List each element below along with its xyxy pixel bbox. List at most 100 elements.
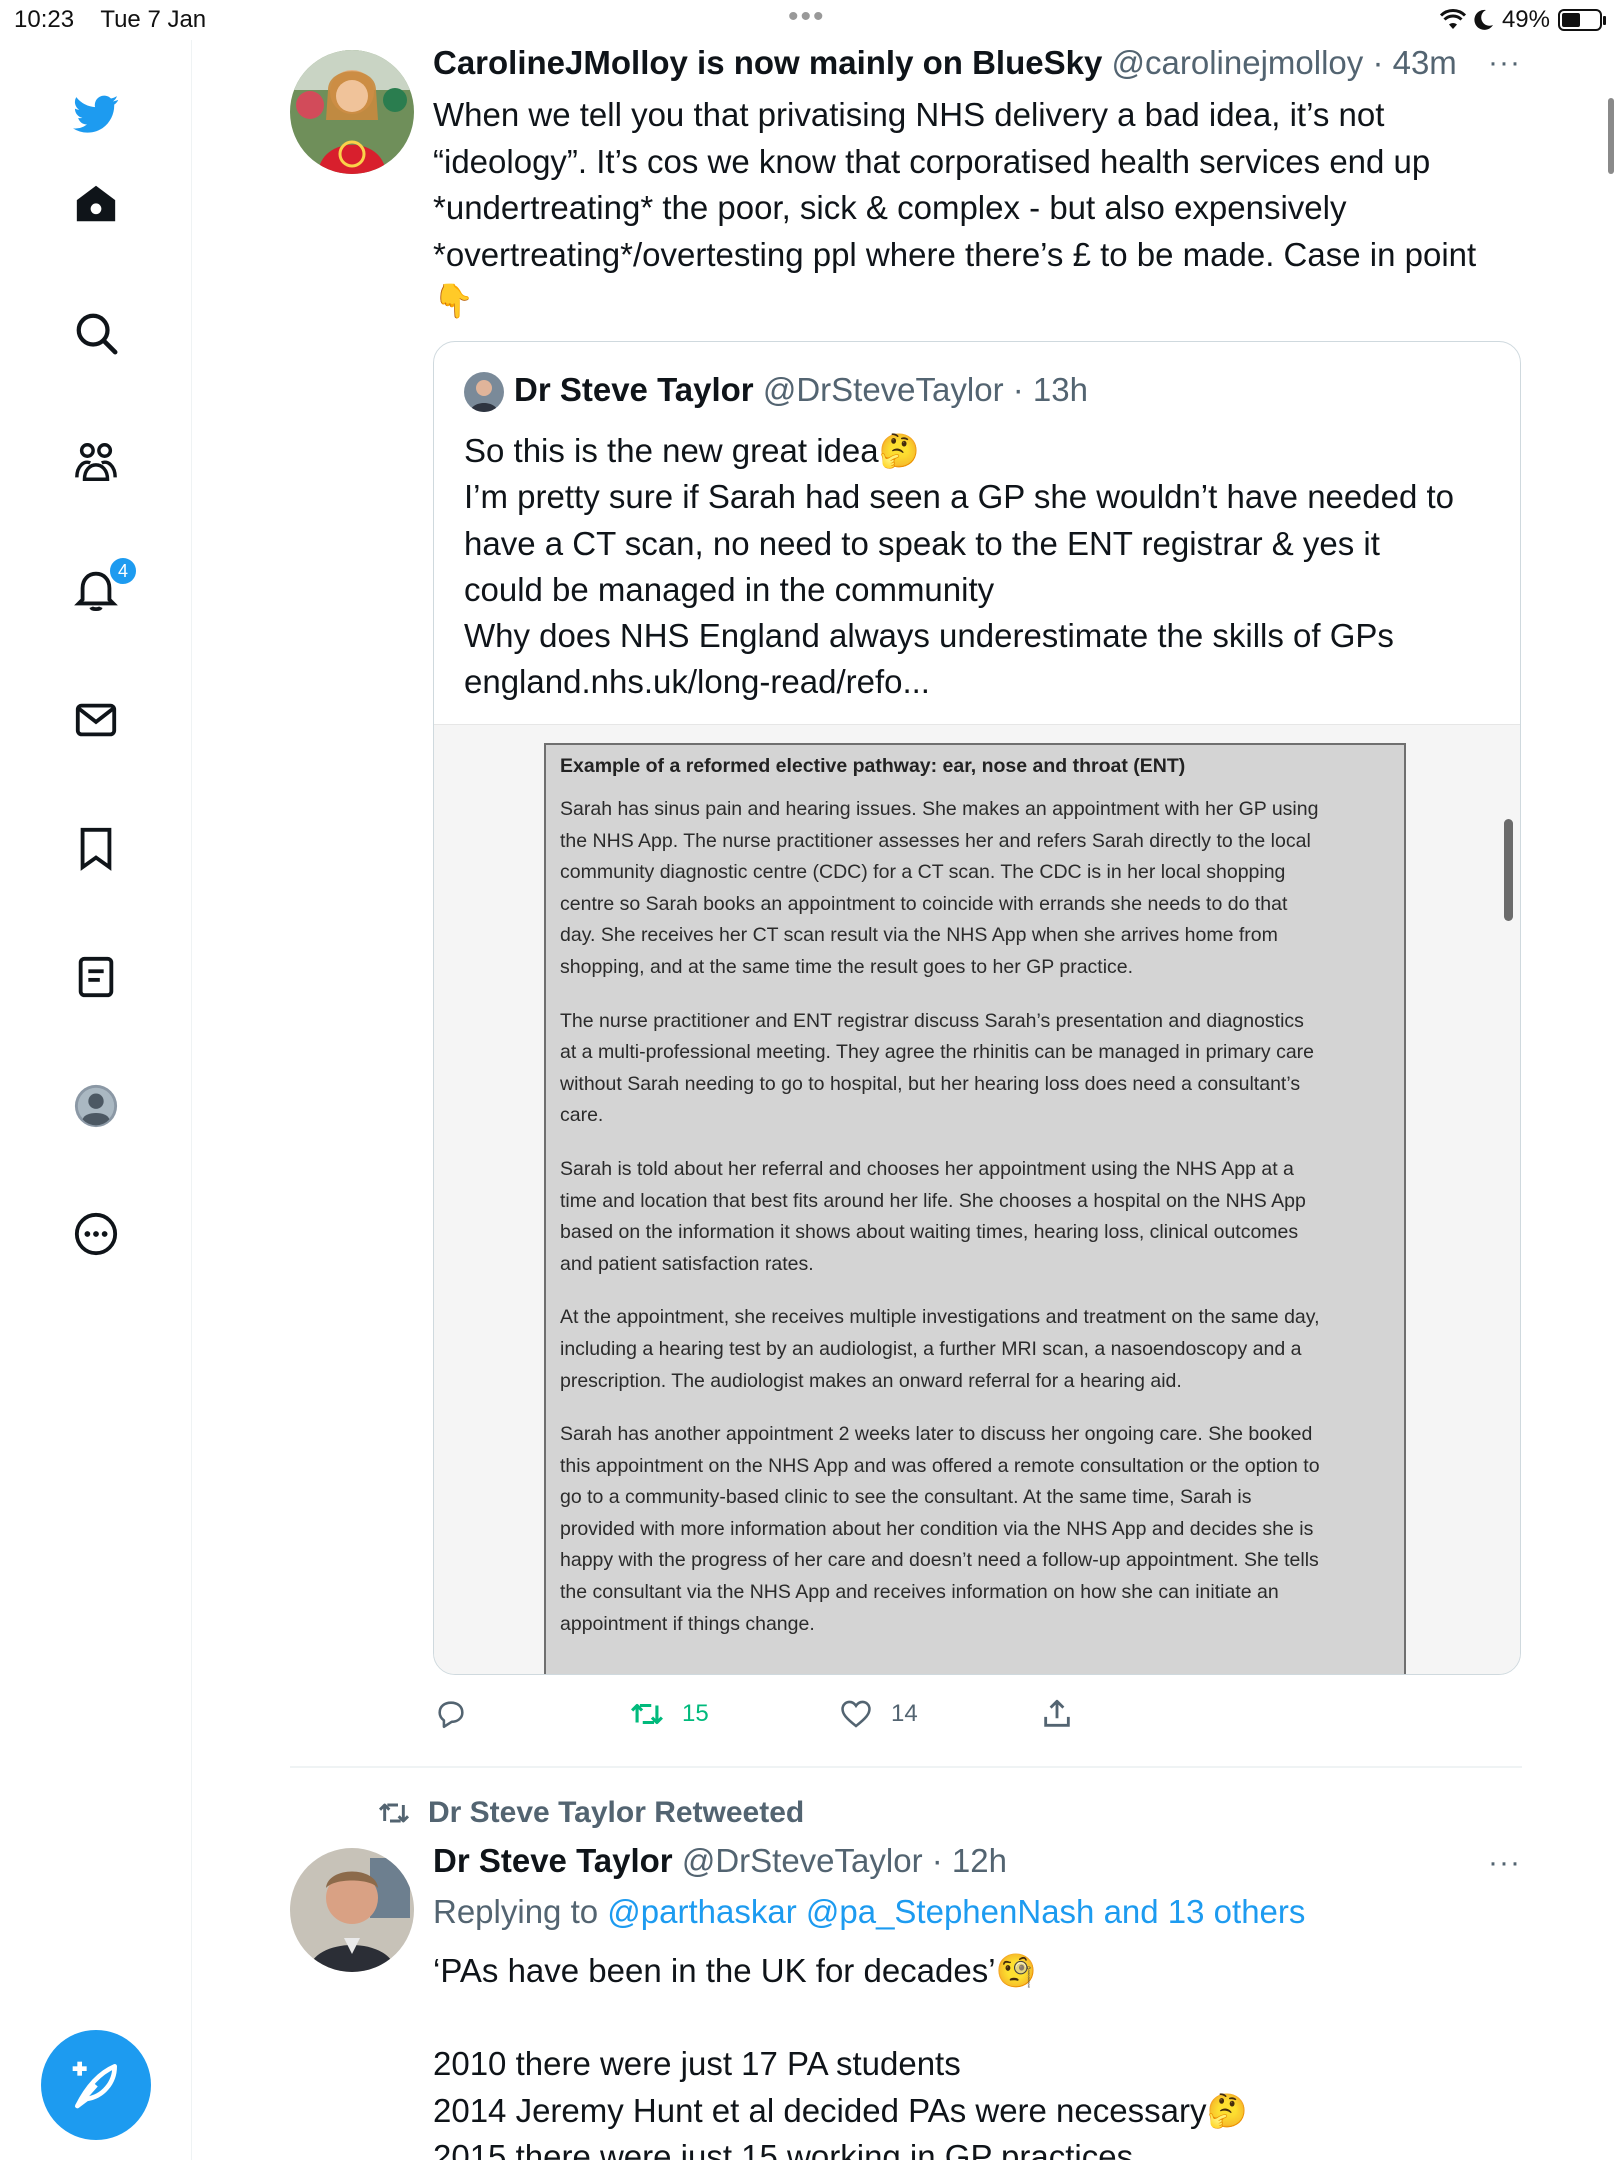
quote-avatar[interactable]	[464, 372, 504, 412]
tweet-time[interactable]: · 43m	[1372, 44, 1456, 81]
twitter-bird-icon[interactable]	[70, 88, 122, 140]
tweet-text-line: 2010 there were just 17 PA students	[433, 2045, 961, 2082]
tweet-text-line: 2014 Jeremy Hunt et al decided PAs were …	[433, 2091, 1248, 2129]
reply-button[interactable]	[434, 1697, 468, 1731]
quote-text: So this is the new great idea🤔 I’m prett…	[464, 428, 1504, 706]
wifi-icon	[1439, 9, 1466, 29]
document-paragraph: At the appointment, she receives multipl…	[560, 1302, 1390, 1397]
more-icon[interactable]	[70, 1208, 122, 1260]
profile-icon[interactable]	[70, 1080, 122, 1132]
document-line: provided with more information about her…	[560, 1517, 1314, 1540]
share-icon	[1044, 1699, 1070, 1727]
reply-icon	[438, 1701, 464, 1729]
compose-feather-icon	[72, 2061, 117, 2109]
quote-link[interactable]: england.nhs.uk/long-read/refo...	[464, 659, 1504, 705]
multitasking-dots-icon[interactable]: •••	[788, 0, 826, 34]
document-line: the NHS App. The nurse practitioner asse…	[560, 829, 1311, 852]
like-button[interactable]: 14	[839, 1697, 918, 1731]
status-time-date: 10:23 Tue 7 Jan	[14, 6, 206, 34]
quote-text-line: Why does NHS England always underestimat…	[464, 617, 1394, 655]
more-options-icon[interactable]: ···	[1488, 1846, 1521, 1880]
tweet-text-line: When we tell you that privatising NHS de…	[433, 96, 1385, 133]
document-line: including a hearing test by an audiologi…	[560, 1337, 1302, 1360]
quote-tweet-card[interactable]: Dr Steve Taylor @DrSteveTaylor · 13h So …	[433, 341, 1521, 1675]
search-icon[interactable]	[70, 307, 122, 359]
quote-author-name[interactable]: Dr Steve Taylor	[514, 371, 754, 408]
avatar[interactable]	[290, 50, 414, 174]
retweet-icon	[378, 1803, 410, 1823]
status-indicators: 49%	[1439, 6, 1606, 34]
author-name[interactable]: CarolineJMolloy is now mainly on BlueSky	[433, 44, 1102, 81]
document-paragraph: Sarah is told about her referral and cho…	[560, 1154, 1390, 1280]
author-name[interactable]: Dr Steve Taylor	[433, 1842, 673, 1879]
communities-icon[interactable]	[70, 436, 122, 488]
sidebar: 4	[0, 40, 192, 2160]
document-line: based on the information it shows about …	[560, 1221, 1299, 1244]
tweet-text-line: 2015 there were just 15 working in GP pr…	[433, 2138, 1134, 2160]
compose-button[interactable]	[41, 2030, 151, 2140]
document-line: At the appointment, she receives multipl…	[560, 1306, 1320, 1329]
battery-level	[1562, 13, 1580, 27]
status-time: 10:23	[14, 6, 75, 33]
quote-text-line: could be managed in the community	[464, 570, 995, 608]
retweet-button[interactable]: 15	[630, 1697, 709, 1731]
home-icon[interactable]	[70, 178, 122, 230]
quote-media-image[interactable]: Example of a reformed elective pathway: …	[434, 724, 1520, 1674]
document-line: Sarah has sinus pain and hearing issues.…	[560, 798, 1319, 820]
quote-header: Dr Steve Taylor @DrSteveTaylor · 13h	[514, 371, 1088, 409]
quote-text-line: have a CT scan, no need to speak to the …	[464, 524, 1380, 562]
document-line: community diagnostic centre (CDC) for a …	[560, 861, 1286, 884]
document-line: The nurse practitioner and ENT registrar…	[560, 1009, 1304, 1032]
bookmark-icon[interactable]	[70, 822, 122, 874]
moon-icon	[1474, 9, 1493, 30]
document-line: this appointment on the NHS App and was …	[560, 1454, 1320, 1477]
document-line: shopping, and at the same time the resul…	[560, 955, 1134, 978]
media-scrollbar[interactable]	[1504, 819, 1513, 921]
battery-icon	[1558, 9, 1606, 31]
retweet-count: 15	[682, 1700, 709, 1727]
replying-to: Replying to @parthaskar @pa_StephenNash …	[433, 1893, 1305, 1931]
tweet-divider	[290, 1766, 1522, 1768]
pointing-down-emoji: 👇	[433, 282, 475, 319]
document-line: happy with the progress of her care and …	[560, 1549, 1319, 1572]
heart-icon	[841, 1700, 871, 1728]
document-title: Example of a reformed elective pathway: …	[560, 755, 1186, 777]
document-line: care.	[560, 1104, 604, 1127]
quote-time[interactable]: · 13h	[1013, 371, 1088, 408]
author-handle[interactable]: @carolinejmolloy	[1112, 44, 1364, 81]
quote-author-handle[interactable]: @DrSteveTaylor	[763, 371, 1004, 408]
document-line: centre so Sarah books an appointment to …	[560, 892, 1288, 915]
document-line: day. She receives her CT scan result via…	[560, 924, 1278, 947]
avatar[interactable]	[290, 1848, 414, 1972]
share-button[interactable]	[1040, 1697, 1074, 1731]
document-line: Sarah is told about her referral and cho…	[560, 1157, 1294, 1180]
status-bar: 10:23 Tue 7 Jan ••• 49%	[0, 0, 1620, 40]
battery-percent: 49%	[1501, 6, 1550, 33]
tweet-header: CarolineJMolloy is now mainly on BlueSky…	[433, 44, 1457, 82]
retweeted-by-label[interactable]: Dr Steve Taylor Retweeted	[428, 1796, 804, 1830]
quote-text-line: I’m pretty sure if Sarah had seen a GP s…	[464, 478, 1454, 516]
document-line: go to a community-based clinic to see th…	[560, 1486, 1252, 1509]
document-excerpt: Example of a reformed elective pathway: …	[544, 743, 1406, 1674]
like-count: 14	[891, 1700, 918, 1727]
mail-icon[interactable]	[70, 694, 122, 746]
more-options-icon[interactable]: ···	[1488, 46, 1521, 80]
retweet-icon	[631, 1703, 663, 1725]
status-date: Tue 7 Jan	[100, 6, 207, 33]
document-body: Sarah has sinus pain and hearing issues.…	[560, 794, 1390, 1640]
notification-badge: 4	[108, 556, 138, 586]
replying-to-users[interactable]: @parthaskar @pa_StephenNash and 13 other…	[607, 1893, 1305, 1930]
author-handle[interactable]: @DrSteveTaylor	[682, 1842, 923, 1879]
tweet-text-blank-line	[433, 1995, 1523, 2042]
tweet-text: When we tell you that privatising NHS de…	[433, 92, 1523, 325]
page-scrollbar[interactable]	[1608, 98, 1614, 174]
lists-icon[interactable]	[70, 951, 122, 1003]
tweet-text-line: “ideology”. It’s cos we know that corpor…	[433, 142, 1431, 180]
document-line: Sarah has another appointment 2 weeks la…	[560, 1423, 1313, 1446]
tweet-text: ‘PAs have been in the UK for decades’🧐 2…	[433, 1948, 1523, 2160]
tweet-time[interactable]: · 12h	[932, 1842, 1007, 1879]
document-paragraph: Sarah has another appointment 2 weeks la…	[560, 1419, 1390, 1640]
tweet-text-line: *overtreating*/overtesting ppl where the…	[433, 235, 1477, 273]
document-paragraph: Sarah has sinus pain and hearing issues.…	[560, 794, 1390, 984]
document-line: the consultant via the NHS App and recei…	[560, 1581, 1279, 1604]
